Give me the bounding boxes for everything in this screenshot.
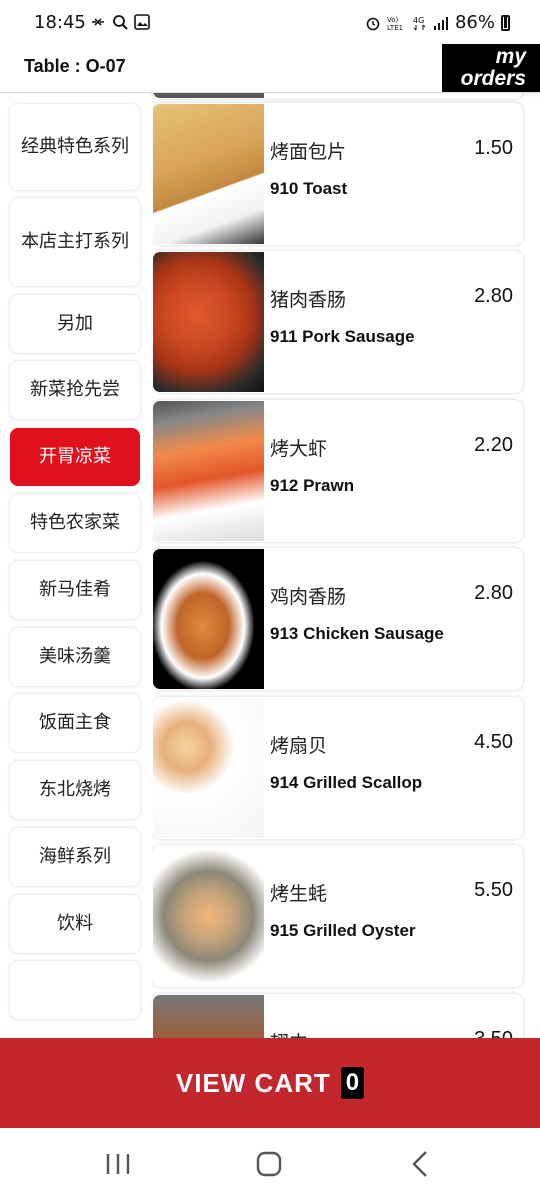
- android-nav-bar: [0, 1128, 540, 1200]
- item-name-en: 911 Pork Sausage: [270, 327, 415, 346]
- my-orders-line2: orders: [460, 67, 526, 90]
- cart-count-badge: 0: [340, 1067, 365, 1099]
- view-cart-button[interactable]: VIEW CART 0: [0, 1038, 540, 1128]
- category-sidebar[interactable]: 经典特色系列 本店主打系列 另加 新菜抢先尝 开胃凉菜 特色农家菜 新马佳肴 美…: [0, 93, 150, 1038]
- back-icon[interactable]: [400, 1148, 440, 1180]
- category-item[interactable]: 饭面主食: [10, 694, 140, 752]
- view-cart-label: VIEW CART: [175, 1067, 331, 1098]
- menu-item[interactable]: 猪肉香肠 911 Pork Sausage 2.80: [152, 251, 523, 393]
- svg-text:Vo): Vo): [387, 16, 399, 24]
- item-name-cn: 鸡肉香肠: [270, 586, 347, 608]
- search-icon: [113, 15, 128, 30]
- category-item[interactable]: 饮料: [10, 895, 140, 953]
- item-photo: [153, 698, 264, 838]
- category-label: 经典特色系列: [21, 136, 129, 157]
- item-price: 3.50: [474, 1028, 513, 1038]
- category-label: 另加: [57, 313, 93, 334]
- category-label: 新马佳肴: [39, 579, 111, 600]
- battery-percent: 86%: [454, 12, 495, 33]
- item-price: 2.80: [474, 582, 513, 604]
- header: Table : O-07 my orders: [0, 44, 540, 93]
- status-right: Vo) LTE1 4G 86%: [365, 12, 510, 33]
- category-label: 东北烧烤: [39, 779, 111, 800]
- item-price: 2.80: [474, 285, 513, 307]
- item-name-en: 910 Toast: [270, 179, 348, 198]
- link-icon: [92, 18, 104, 26]
- item-photo: [153, 104, 264, 244]
- item-photo: [153, 252, 264, 392]
- item-photo: [153, 401, 264, 541]
- item-name-en: 913 Chicken Sausage: [270, 624, 444, 643]
- status-bar: 18:45 Vo) LTE1 4G 86%: [0, 0, 540, 44]
- item-price: 4.50: [474, 731, 513, 753]
- item-price: 2.20: [474, 434, 513, 456]
- category-label: 开胃凉菜: [39, 446, 111, 467]
- menu-item[interactable]: 烤生蚝 915 Grilled Oyster 5.50: [152, 845, 523, 987]
- item-name-cn: 烤生蚝: [270, 883, 328, 905]
- category-item[interactable]: 东北烧烤: [10, 761, 140, 819]
- menu-list[interactable]: 烤面包片 910 Toast 1.50 猪肉香肠 911 Pork Sausag…: [152, 93, 540, 1038]
- category-item[interactable]: 美味汤羹: [10, 628, 140, 686]
- menu-item[interactable]: 翅中 3.50: [152, 994, 523, 1038]
- status-time: 18:45: [34, 12, 86, 33]
- category-label: 本店主打系列: [21, 231, 129, 252]
- item-name-en: 915 Grilled Oyster: [270, 921, 416, 940]
- menu-item[interactable]: 烤面包片 910 Toast 1.50: [152, 103, 523, 245]
- category-item-partial[interactable]: [10, 961, 140, 1019]
- item-photo: [153, 549, 264, 689]
- item-photo: [153, 995, 264, 1038]
- item-price: 1.50: [474, 137, 513, 159]
- category-label: 海鲜系列: [39, 846, 111, 867]
- category-item[interactable]: 另加: [10, 295, 140, 353]
- svg-text:LTE1: LTE1: [387, 24, 403, 31]
- category-item[interactable]: 新菜抢先尝: [10, 361, 140, 419]
- menu-item-partial-top[interactable]: [152, 93, 523, 99]
- menu-item[interactable]: 烤扇贝 914 Grilled Scallop 4.50: [152, 697, 523, 839]
- category-label: 美味汤羹: [39, 646, 111, 667]
- category-item[interactable]: 本店主打系列: [10, 198, 140, 286]
- category-label: 特色农家菜: [30, 512, 120, 533]
- battery-icon: [501, 14, 510, 31]
- status-left-icons: [90, 14, 150, 30]
- category-item[interactable]: 海鲜系列: [10, 828, 140, 886]
- category-item[interactable]: 特色农家菜: [10, 494, 140, 552]
- item-name-cn: 烤大虾: [270, 438, 328, 460]
- item-price: 5.50: [474, 879, 513, 901]
- category-label: 饭面主食: [39, 712, 111, 733]
- item-photo: [153, 93, 264, 98]
- recent-apps-icon[interactable]: [98, 1148, 138, 1180]
- signal-icon: [433, 16, 448, 30]
- image-icon: [134, 14, 150, 30]
- table-label: Table : O-07: [24, 56, 126, 76]
- category-item[interactable]: 经典特色系列: [10, 104, 140, 190]
- menu-item[interactable]: 鸡肉香肠 913 Chicken Sausage 2.80: [152, 548, 523, 690]
- my-orders-line1: my: [495, 45, 526, 68]
- category-item-active[interactable]: 开胃凉菜: [10, 428, 140, 486]
- home-icon[interactable]: [249, 1148, 289, 1180]
- item-photo: [153, 846, 264, 986]
- alarm-icon: [366, 17, 380, 30]
- my-orders-button[interactable]: my orders: [442, 44, 540, 92]
- item-name-en: 914 Grilled Scallop: [270, 773, 423, 792]
- 4g-icon: 4G: [413, 16, 426, 30]
- volte-icon: Vo)LTE1: [387, 16, 403, 31]
- menu-item[interactable]: 烤大虾 912 Prawn 2.20: [152, 400, 523, 542]
- svg-text:4G: 4G: [413, 16, 424, 25]
- item-name-cn: 翅中: [270, 1028, 308, 1038]
- item-name-cn: 烤面包片: [270, 141, 347, 163]
- item-name-cn: 烤扇贝: [270, 735, 328, 757]
- item-name-cn: 猪肉香肠: [270, 289, 347, 311]
- item-name-en: 912 Prawn: [270, 476, 355, 495]
- category-label: 饮料: [57, 913, 93, 934]
- category-label: 新菜抢先尝: [30, 379, 120, 400]
- category-item[interactable]: 新马佳肴: [10, 561, 140, 619]
